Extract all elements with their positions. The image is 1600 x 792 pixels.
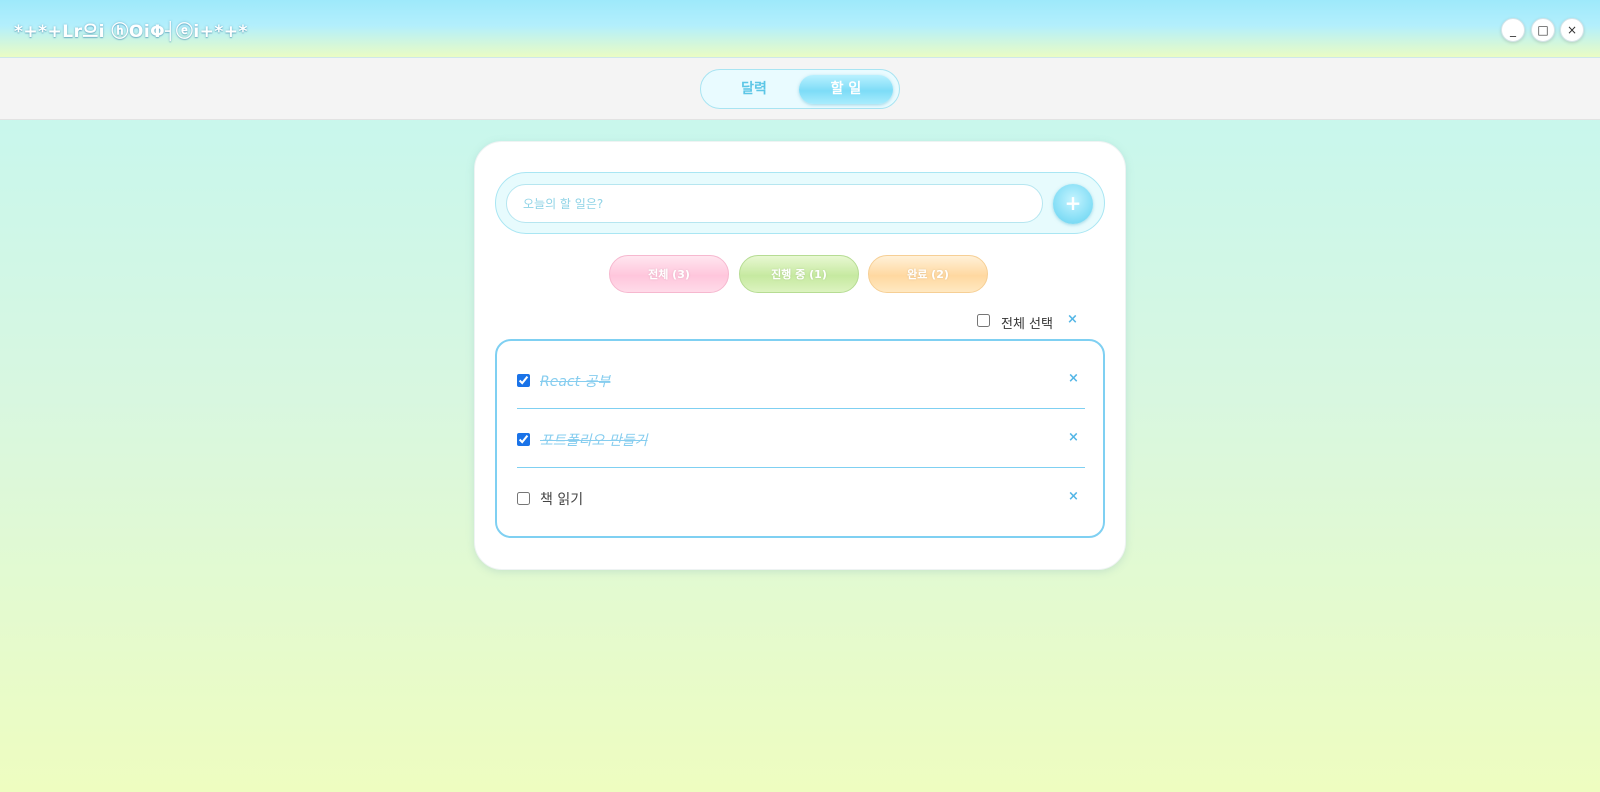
todo-checkbox[interactable]: [517, 433, 530, 446]
maximize-button[interactable]: □: [1531, 18, 1555, 42]
app-title: *+*+Lr으i ⓗOiΦ┤ⓔi+*+*: [14, 22, 248, 42]
todo-checkbox[interactable]: [517, 374, 530, 387]
todo-text: 포트폴리오 만들기: [540, 433, 648, 449]
filter-in-progress-button[interactable]: 진행 중 (1): [739, 255, 859, 293]
title-bar: *+*+Lr으i ⓗOiΦ┤ⓔi+*+* _ □ ×: [0, 0, 1600, 58]
delete-todo-icon[interactable]: ×: [1068, 430, 1079, 445]
todo-card: + 전체 (3) 진행 중 (1) 완료 (2) 전체 선택 × React 공…: [474, 141, 1126, 570]
todo-item: React 공부 ×: [517, 351, 1085, 409]
todo-input[interactable]: [506, 184, 1043, 223]
add-todo-button[interactable]: +: [1053, 184, 1093, 224]
select-all-checkbox[interactable]: [977, 314, 990, 327]
nav-bar: 달력 할 일: [0, 58, 1600, 120]
delete-todo-icon[interactable]: ×: [1068, 371, 1079, 386]
tab-todo[interactable]: 할 일: [799, 75, 893, 104]
todo-item: 책 읽기 ×: [517, 469, 1085, 527]
filter-all-button[interactable]: 전체 (3): [609, 255, 729, 293]
delete-todo-icon[interactable]: ×: [1068, 489, 1079, 504]
filter-done-button[interactable]: 완료 (2): [868, 255, 988, 293]
todo-list: React 공부 × 포트폴리오 만들기 × 책 읽기 ×: [495, 339, 1105, 538]
delete-selected-icon[interactable]: ×: [1067, 312, 1078, 327]
todo-text: React 공부: [540, 374, 611, 390]
minimize-button[interactable]: _: [1501, 18, 1525, 42]
tab-calendar[interactable]: 달력: [709, 75, 799, 104]
todo-item: 포트폴리오 만들기 ×: [517, 410, 1085, 468]
select-all-label: 전체 선택: [1001, 317, 1053, 332]
todo-input-bar: +: [495, 172, 1105, 234]
close-button[interactable]: ×: [1560, 18, 1584, 42]
todo-checkbox[interactable]: [517, 492, 530, 505]
todo-text: 책 읽기: [540, 492, 584, 508]
view-tab-switch: 달력 할 일: [700, 69, 900, 109]
